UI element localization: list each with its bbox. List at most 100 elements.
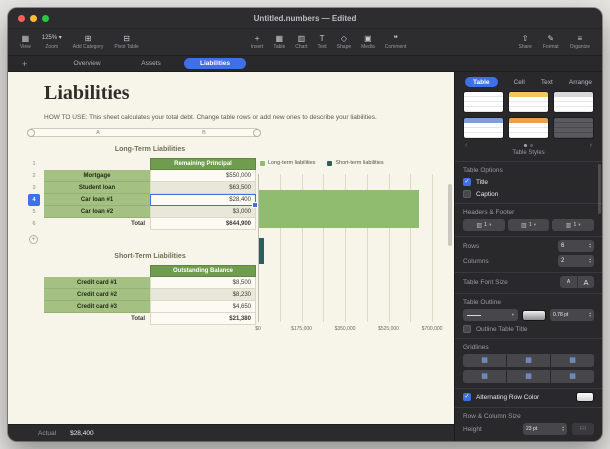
chart-legend[interactable]: Long-term liabilities Short-term liabili… — [260, 160, 384, 166]
table-cell[interactable]: Credit card #2 — [44, 289, 150, 301]
row-header-5[interactable]: 5 — [28, 206, 40, 218]
long-term-table-title[interactable]: Long-Term Liabilities — [44, 146, 256, 153]
long-term-bar[interactable] — [259, 190, 419, 228]
chevron-right-icon[interactable]: › — [590, 142, 592, 149]
rows-stepper[interactable]: 6 ▴▾ — [558, 240, 594, 252]
alternating-row-color-checkbox[interactable]: ✓ — [463, 393, 471, 401]
tab-cell[interactable]: Cell — [514, 79, 525, 86]
table-cell[interactable] — [44, 265, 150, 277]
add-sheet-button[interactable]: + — [22, 59, 42, 69]
gridlines-all-button[interactable]: ▦ — [551, 354, 594, 367]
gridlines-header-row-button[interactable]: ▦ — [507, 370, 550, 383]
outline-color-well[interactable] — [522, 310, 546, 321]
table-cell[interactable]: Mortgage — [44, 170, 150, 182]
table-cell[interactable]: Credit card #1 — [44, 277, 150, 289]
table-cell[interactable]: $21,380 — [150, 313, 256, 325]
table-cell[interactable]: $8,230 — [150, 289, 256, 301]
tab-liabilities[interactable]: Liabilities — [184, 58, 246, 69]
pager-dot[interactable] — [530, 144, 533, 147]
pager-dot[interactable] — [524, 144, 527, 147]
row-height-stepper[interactable]: 23 pt ▴▾ — [523, 423, 567, 435]
columns-stepper[interactable]: 2 ▴▾ — [558, 255, 594, 267]
add-category-button[interactable]: ⊞ Add Category — [73, 34, 104, 51]
add-column-handle[interactable] — [253, 129, 261, 137]
table-cell[interactable]: $644,900 — [150, 218, 256, 230]
fit-height-button[interactable]: Fit — [572, 423, 594, 435]
short-term-table[interactable]: Outstanding Balance Credit card #1 $8,50… — [44, 265, 256, 325]
row-header-4-selected[interactable]: 4 — [28, 194, 40, 206]
table-cell[interactable]: Total — [44, 218, 150, 230]
row-header-2[interactable]: 2 — [28, 170, 40, 182]
shape-button[interactable]: ◇ Shape — [337, 34, 351, 51]
minimize-button[interactable] — [30, 15, 37, 22]
table-corner-handle[interactable] — [27, 129, 35, 137]
footer-rows-dropdown[interactable]: ▥ 1 ▾ — [552, 219, 594, 231]
tab-assets[interactable]: Assets — [120, 60, 182, 67]
table-cell[interactable]: $3,000 — [150, 206, 256, 218]
zoom-window-button[interactable] — [42, 15, 49, 22]
table-cell[interactable]: Credit card #3 — [44, 301, 150, 313]
table-cell[interactable]: Student loan — [44, 182, 150, 194]
table-style-thumbnail[interactable] — [553, 91, 594, 113]
table-header-cell[interactable]: Remaining Principal — [150, 158, 256, 170]
view-button[interactable]: ▦ View — [20, 34, 31, 51]
table-cell[interactable]: Car loan #1 — [44, 194, 150, 206]
column-header-a[interactable]: A — [96, 129, 100, 137]
table-style-thumbnail[interactable] — [463, 117, 504, 139]
table-style-thumbnail[interactable] — [463, 91, 504, 113]
share-button[interactable]: ⇧ Share — [519, 34, 532, 51]
table-header-cell[interactable]: Outstanding Balance — [150, 265, 256, 277]
chevron-left-icon[interactable]: ‹ — [465, 142, 467, 149]
column-header-b[interactable]: B — [202, 129, 206, 137]
outline-width-stepper[interactable]: 0.78 pt ▴▾ — [550, 309, 594, 321]
short-term-table-title[interactable]: Short-Term Liabilities — [44, 253, 256, 260]
title-checkbox[interactable]: ✓ — [463, 178, 471, 186]
header-rows-dropdown[interactable]: ▥ 1 ▾ — [508, 219, 550, 231]
table-cell[interactable]: $4,650 — [150, 301, 256, 313]
header-columns-dropdown[interactable]: ▥ 1 ▾ — [463, 219, 505, 231]
media-button[interactable]: ▣ Media — [361, 34, 375, 51]
table-button[interactable]: ▦ Table — [273, 34, 285, 51]
bar-chart[interactable]: $0 $175,000 $350,000 $525,000 $700,000 — [258, 174, 432, 322]
increase-font-button[interactable]: A — [577, 276, 594, 288]
selected-cell[interactable]: $28,400 — [150, 194, 256, 206]
table-cell[interactable]: Car loan #2 — [44, 206, 150, 218]
row-header-6[interactable]: 6 — [28, 218, 40, 230]
table-style-thumbnail[interactable] — [508, 117, 549, 139]
table-style-thumbnail[interactable] — [553, 117, 594, 139]
tab-overview[interactable]: Overview — [56, 60, 118, 67]
row-header-1[interactable]: 1 — [28, 158, 40, 170]
outline-title-checkbox[interactable] — [463, 325, 471, 333]
status-mode[interactable]: Actual — [38, 430, 56, 437]
zoom-control[interactable]: 125% ▾ Zoom — [42, 34, 62, 51]
sheet-canvas[interactable]: Liabilities HOW TO USE: This sheet calcu… — [8, 72, 454, 424]
chart-button[interactable]: ▥ Chart — [295, 34, 307, 51]
comment-button[interactable]: ❝ Comment — [385, 34, 407, 51]
long-term-table[interactable]: Remaining Principal Mortgage $550,000 St… — [44, 158, 256, 230]
table-style-thumbnail[interactable] — [508, 91, 549, 113]
tab-table[interactable]: Table — [465, 77, 498, 87]
format-button[interactable]: ✎ Format — [543, 34, 559, 51]
insert-button[interactable]: + Insert — [251, 34, 264, 51]
pivot-table-button[interactable]: ⊟ Pivot Table — [114, 34, 138, 51]
table-cell[interactable]: $63,500 — [150, 182, 256, 194]
gridlines-header-column-button[interactable]: ▦ — [463, 370, 506, 383]
gridlines-vertical-button[interactable]: ▦ — [507, 354, 550, 367]
table-cell[interactable]: $8,500 — [150, 277, 256, 289]
vertical-scrollbar[interactable] — [448, 184, 452, 246]
alternating-row-color-well[interactable] — [576, 392, 594, 402]
add-row-handle[interactable]: + — [29, 235, 38, 244]
column-ruler[interactable]: A B — [30, 128, 258, 137]
row-header-3[interactable]: 3 — [28, 182, 40, 194]
line-style-dropdown[interactable]: ▾ — [463, 309, 518, 321]
gridlines-horizontal-button[interactable]: ▦ — [463, 354, 506, 367]
table-cell[interactable]: $550,000 — [150, 170, 256, 182]
tab-text[interactable]: Text — [541, 79, 553, 86]
sidebar-scrollbar[interactable] — [598, 164, 601, 214]
tab-arrange[interactable]: Arrange — [569, 79, 592, 86]
text-button[interactable]: T Text — [318, 34, 327, 51]
table-cell[interactable]: Total — [44, 313, 150, 325]
table-cell[interactable] — [44, 158, 150, 170]
short-term-bar[interactable] — [259, 238, 264, 264]
close-button[interactable] — [18, 15, 25, 22]
